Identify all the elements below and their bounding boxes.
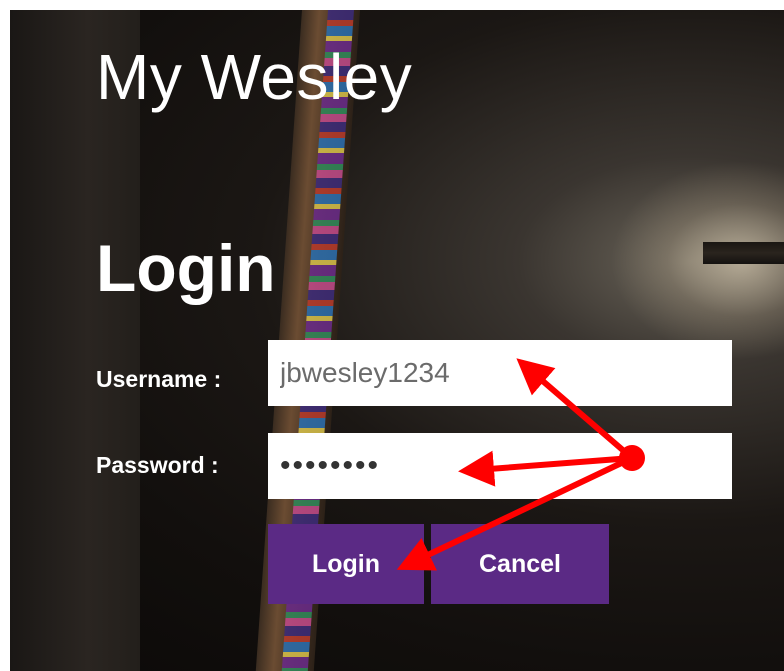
login-screen: My Wesley Login Username : Password : Lo… — [10, 10, 784, 671]
site-title: My Wesley — [96, 41, 413, 113]
login-button[interactable]: Login — [268, 524, 424, 604]
username-input[interactable] — [268, 340, 732, 406]
password-input[interactable] — [268, 433, 732, 499]
username-label: Username : — [96, 366, 222, 392]
page-title: Login — [96, 231, 276, 305]
password-label: Password : — [96, 452, 219, 478]
background-cross — [703, 242, 784, 264]
cancel-button[interactable]: Cancel — [431, 524, 609, 604]
